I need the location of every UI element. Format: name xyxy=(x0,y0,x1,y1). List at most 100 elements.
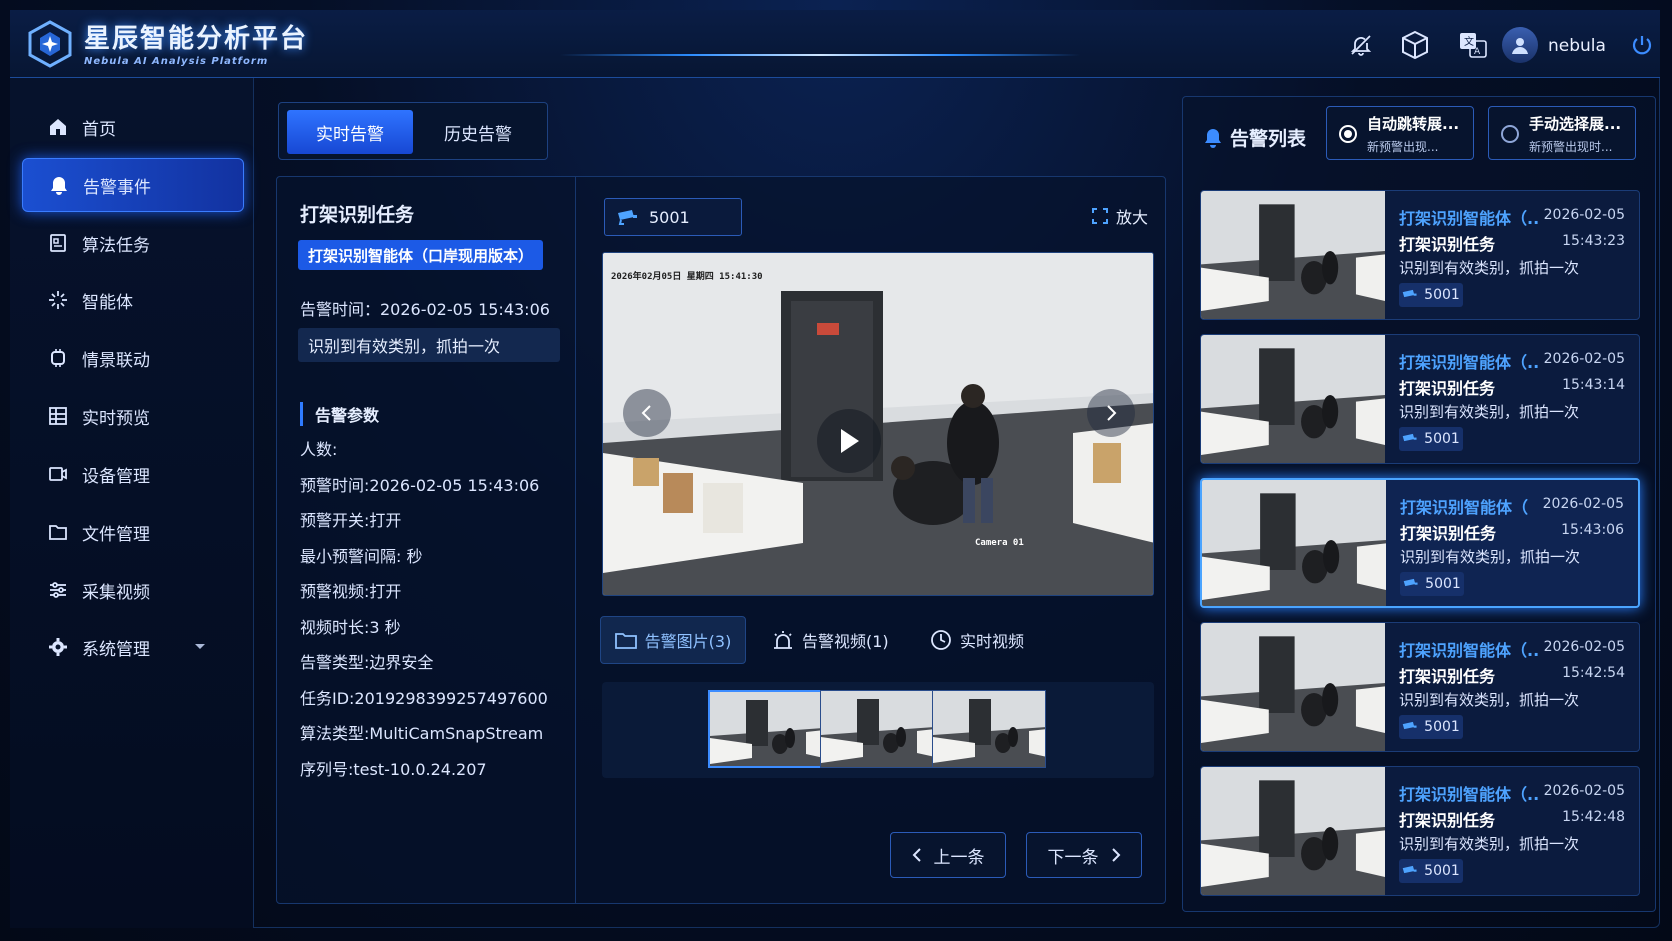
param-line: 序列号:test-10.0.24.207 xyxy=(300,759,487,779)
param-line: 预警视频:打开 xyxy=(300,582,402,601)
card-task: 打架识别任务 xyxy=(1399,667,1496,686)
home-icon xyxy=(50,119,66,135)
next-alert-label: 下一条 xyxy=(1047,847,1099,868)
next-alert-button[interactable]: 下一条 xyxy=(1026,832,1142,878)
mode-auto-title: 自动跳转展... xyxy=(1367,115,1460,133)
chip-icon xyxy=(51,349,65,367)
card-date: 2026-02-05 xyxy=(1543,351,1625,367)
tab-alert-images-label: 告警图片(3) xyxy=(644,632,732,651)
param-line: 算法类型:MultiCamSnapStream xyxy=(300,724,544,743)
card-camera-id: 5001 xyxy=(1424,863,1460,879)
play-button[interactable] xyxy=(817,409,881,473)
card-time: 15:42:54 xyxy=(1562,665,1625,681)
sidebar-item-7[interactable]: 文件管理 xyxy=(22,505,244,559)
card-time: 15:43:23 xyxy=(1562,233,1625,249)
sidebar-item-3[interactable]: 智能体 xyxy=(22,273,244,327)
alert-card[interactable]: 打架识别智能体（... 2026-02-05 打架识别任务 15:43:23 识别到有效… xyxy=(1200,190,1640,320)
mode-auto-desc: 新预警出现... xyxy=(1367,140,1439,154)
camera-selector[interactable]: 5001 xyxy=(604,198,742,236)
sidebar-item-label: 实时预览 xyxy=(82,408,150,429)
alert-list-title: 告警列表 xyxy=(1230,128,1307,150)
mode-manual-title: 手动选择展... xyxy=(1529,115,1622,133)
alert-thumbnail xyxy=(1201,767,1385,895)
alert-card[interactable]: 打架识别智能体（... 2026-02-05 打架识别任务 15:42:54 识别到有效… xyxy=(1200,622,1640,752)
card-camera-badge: 5001 xyxy=(1399,427,1463,451)
alert-tabs: 实时告警 历史告警 xyxy=(278,102,548,160)
grid-icon xyxy=(49,407,67,425)
card-agent: 打架识别智能体（... xyxy=(1399,641,1539,660)
sidebar-item-0[interactable]: 首页 xyxy=(22,100,244,154)
tab-live-video[interactable]: 实时视频 xyxy=(930,616,1024,664)
mode-manual-select[interactable]: 手动选择展... 新预警出现时... xyxy=(1488,106,1636,160)
prev-image-button[interactable] xyxy=(623,389,671,437)
tab-alert-images[interactable]: 告警图片(3) xyxy=(600,616,746,664)
chevron-left-icon xyxy=(912,848,921,862)
tab-alert-videos[interactable]: 告警视频(1) xyxy=(772,616,889,664)
user-name[interactable]: nebula xyxy=(1548,36,1606,56)
radio-selected-icon[interactable] xyxy=(1339,125,1357,143)
card-agent: 打架识别智能体（... xyxy=(1399,785,1539,804)
param-line: 预警开关:打开 xyxy=(300,511,402,530)
sidebar-item-5[interactable]: 实时预览 xyxy=(22,389,244,443)
card-task: 打架识别任务 xyxy=(1399,811,1496,830)
tab-alert-videos-label: 告警视频(1) xyxy=(802,632,889,651)
camera-icon xyxy=(49,467,67,481)
thumbnail-image[interactable] xyxy=(820,690,934,768)
card-task: 打架识别任务 xyxy=(1399,379,1496,398)
chevron-left-icon xyxy=(641,405,651,421)
bell-icon xyxy=(1205,128,1221,148)
card-date: 2026-02-05 xyxy=(1543,639,1625,655)
card-time: 15:43:06 xyxy=(1561,522,1624,538)
sidebar-item-label: 文件管理 xyxy=(82,524,150,545)
result-text: 识别到有效类别，抓拍一次 xyxy=(298,328,560,362)
cctv-icon xyxy=(618,210,637,225)
app-root: 星辰智能分析平台 Nebula AI Analysis Platform 文A … xyxy=(0,0,1672,941)
card-camera-id: 5001 xyxy=(1424,431,1460,447)
card-time: 15:42:48 xyxy=(1562,809,1625,825)
zoom-button[interactable]: 放大 xyxy=(1092,204,1148,228)
card-agent: 打架识别智能体（... xyxy=(1399,353,1539,372)
tab-realtime-alerts[interactable]: 实时告警 xyxy=(287,110,413,154)
alert-card[interactable]: 打架识别智能体（... 2026-02-05 打架识别任务 15:42:48 识别到有效… xyxy=(1200,766,1640,896)
sidebar-item-label: 算法任务 xyxy=(82,235,150,256)
sidebar-item-1[interactable]: 告警事件 xyxy=(22,158,244,212)
cube-icon[interactable] xyxy=(1400,30,1430,60)
user-avatar[interactable] xyxy=(1502,27,1538,63)
zoom-label: 放大 xyxy=(1116,208,1149,227)
card-result: 识别到有效类别，抓拍一次 xyxy=(1399,691,1580,709)
thumbnail-image[interactable] xyxy=(708,690,822,768)
gear-icon xyxy=(49,638,67,656)
param-line: 视频时长:3 秒 xyxy=(300,617,401,637)
app-subtitle: Nebula AI Analysis Platform xyxy=(84,56,269,67)
thumbnail-image[interactable] xyxy=(932,690,1046,768)
card-camera-badge: 5001 xyxy=(1399,715,1463,739)
sidebar-item-2[interactable]: 算法任务 xyxy=(22,216,244,270)
svg-text:A: A xyxy=(1474,47,1481,57)
sidebar-item-9[interactable]: 系统管理 xyxy=(22,620,244,674)
card-result: 识别到有效类别，抓拍一次 xyxy=(1400,548,1581,566)
alert-thumbnail xyxy=(1201,191,1385,319)
sidebar-item-label: 告警事件 xyxy=(83,177,151,198)
prev-alert-button[interactable]: 上一条 xyxy=(890,832,1006,878)
notification-off-icon[interactable] xyxy=(1346,30,1376,60)
translate-icon[interactable]: 文A xyxy=(1458,30,1488,60)
alarm-light-icon xyxy=(774,631,792,649)
cctv-icon xyxy=(1402,289,1417,298)
alert-card[interactable]: 打架识别智能体（... 2026-02-05 打架识别任务 15:43:14 识别到有效… xyxy=(1200,334,1640,464)
sidebar-item-4[interactable]: 情景联动 xyxy=(22,331,244,385)
card-camera-id: 5001 xyxy=(1424,719,1460,735)
alert-card[interactable]: 打架识别智能体（ 2026-02-05 打架识别任务 15:43:06 识别到有效类别，… xyxy=(1200,478,1640,608)
tab-history-alerts[interactable]: 历史告警 xyxy=(415,110,541,154)
sidebar-item-6[interactable]: 设备管理 xyxy=(22,447,244,501)
alert-thumbnail xyxy=(1201,335,1385,463)
mode-auto-jump[interactable]: 自动跳转展... 新预警出现... xyxy=(1326,106,1474,160)
card-date: 2026-02-05 xyxy=(1543,207,1625,223)
card-date: 2026-02-05 xyxy=(1542,496,1624,512)
power-icon[interactable] xyxy=(1630,30,1654,60)
card-result: 识别到有效类别，抓拍一次 xyxy=(1399,259,1580,277)
card-task: 打架识别任务 xyxy=(1400,524,1497,543)
radio-unselected-icon[interactable] xyxy=(1501,125,1519,143)
sidebar-item-8[interactable]: 采集视频 xyxy=(22,563,244,617)
next-image-button[interactable] xyxy=(1087,389,1135,437)
alert-image-viewer[interactable]: 2026年02月05日 星期四 15:41:30 Camera 01 xyxy=(602,252,1154,596)
